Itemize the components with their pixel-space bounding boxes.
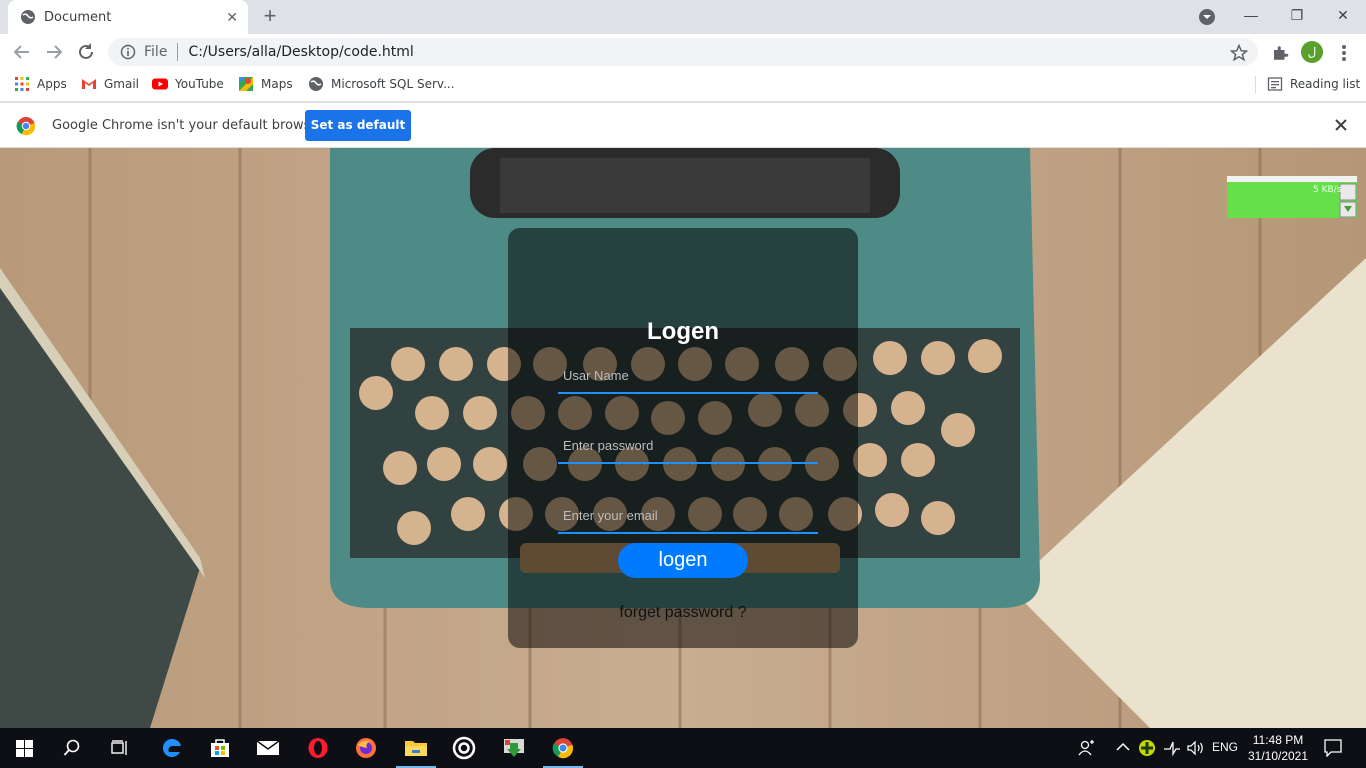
set-as-default-button[interactable]: Set as default <box>305 110 411 141</box>
maps-icon <box>239 77 253 91</box>
login-form: Logen Usar Name Enter password Enter you… <box>508 228 858 648</box>
url-separator <box>177 43 179 61</box>
tab-title: Document <box>44 9 112 25</box>
info-icon[interactable] <box>120 44 136 60</box>
bookmark-youtube[interactable]: YouTube <box>152 70 224 98</box>
show-hidden-icons-chevron-icon[interactable] <box>1116 742 1130 752</box>
taskbar-opera[interactable] <box>294 728 342 768</box>
email-input[interactable]: Enter your email <box>558 502 818 534</box>
chrome-logo-icon <box>16 117 36 136</box>
taskbar-chrome[interactable] <box>539 728 587 768</box>
windows-taskbar: ENG 11:48 PM 31/10/2021 <box>0 728 1366 768</box>
taskbar-clock[interactable]: 11:48 PM 31/10/2021 <box>1244 732 1312 764</box>
profile-avatar[interactable]: ل <box>1301 41 1323 63</box>
network-speed-meter: 5 KB/s <box>1227 176 1357 218</box>
clock-date: 31/10/2021 <box>1247 749 1309 763</box>
opera-icon <box>308 738 328 758</box>
network-icon[interactable] <box>1162 739 1182 757</box>
tab-strip: Document ✕ + — ❐ ✕ <box>0 0 1366 34</box>
restore-button[interactable]: ❐ <box>1274 0 1320 30</box>
task-view-icon <box>111 740 127 755</box>
chrome-icon <box>552 738 574 759</box>
start-button[interactable] <box>0 728 48 768</box>
bookmark-label: Gmail <box>104 77 140 91</box>
globe-icon <box>21 10 35 24</box>
extensions-icon[interactable] <box>1271 44 1289 62</box>
taskbar-file-explorer[interactable] <box>392 728 440 768</box>
forward-icon[interactable] <box>42 40 66 64</box>
password-placeholder: Enter password <box>563 438 654 453</box>
reading-list-label: Reading list <box>1290 77 1361 91</box>
tab-search-icon[interactable] <box>1197 7 1217 27</box>
firefox-icon <box>356 738 376 758</box>
tab-close-icon[interactable]: ✕ <box>226 9 238 26</box>
infobar-close-icon[interactable] <box>1334 118 1348 132</box>
mail-icon <box>256 740 280 755</box>
login-title: Logen <box>647 318 719 345</box>
bookmarks-bar: Apps Gmail YouTube Maps Microsoft SQL Se… <box>0 70 1366 102</box>
tray-app-icon[interactable] <box>1138 739 1156 757</box>
taskbar-app-ring[interactable] <box>440 728 488 768</box>
minimize-button[interactable]: — <box>1228 0 1274 30</box>
input-language[interactable]: ENG <box>1212 740 1238 754</box>
bookmark-label: YouTube <box>175 77 224 91</box>
bookmark-apps[interactable]: Apps <box>14 70 67 98</box>
taskbar-firefox[interactable] <box>342 728 390 768</box>
store-icon <box>211 739 229 757</box>
bookmark-maps[interactable]: Maps <box>238 70 293 98</box>
taskbar-app-download[interactable] <box>490 728 538 768</box>
clock-time: 11:48 PM <box>1252 733 1304 747</box>
edge-icon <box>162 738 181 757</box>
ring-app-icon <box>452 736 476 760</box>
reading-list-button[interactable]: Reading list <box>1267 70 1360 98</box>
page-content: Logen Usar Name Enter password Enter you… <box>0 148 1366 728</box>
gmail-icon <box>82 79 96 89</box>
bookmark-sql-server[interactable]: Microsoft SQL Serv... <box>308 70 455 98</box>
reading-list-icon <box>1267 77 1283 91</box>
taskbar-store[interactable] <box>196 728 244 768</box>
back-icon[interactable] <box>10 40 34 64</box>
forget-password-link[interactable]: forget password ? <box>508 604 858 622</box>
infobar-message: Google Chrome isn't your default browser <box>52 118 324 133</box>
bookmarks-divider <box>1255 76 1256 94</box>
search-icon <box>63 739 80 756</box>
email-placeholder: Enter your email <box>563 508 658 523</box>
password-input[interactable]: Enter password <box>558 432 818 464</box>
notifications-icon[interactable] <box>1324 739 1342 757</box>
login-button[interactable]: logen <box>618 543 748 578</box>
folder-icon <box>405 741 427 756</box>
tab-document[interactable]: Document ✕ <box>8 0 248 34</box>
windows-logo-icon <box>15 739 33 757</box>
username-placeholder: Usar Name <box>563 368 629 383</box>
url-text[interactable]: C:/Users/alla/Desktop/code.html <box>188 44 413 60</box>
username-input[interactable]: Usar Name <box>558 362 818 394</box>
people-icon[interactable] <box>1078 739 1096 757</box>
download-manager-icon <box>504 739 524 757</box>
toolbar: File C:/Users/alla/Desktop/code.html <box>0 34 1366 70</box>
address-bar[interactable]: File C:/Users/alla/Desktop/code.html <box>108 38 1258 66</box>
more-menu-icon[interactable] <box>1336 43 1352 63</box>
apps-grid-icon <box>15 77 29 91</box>
bookmark-star-icon[interactable] <box>1230 44 1248 62</box>
task-view-button[interactable] <box>96 728 144 768</box>
globe-icon <box>309 77 323 91</box>
default-browser-infobar: Google Chrome isn't your default browser… <box>0 103 1366 148</box>
net-meter-rate: 5 KB/s <box>1313 185 1342 195</box>
reload-icon[interactable] <box>74 40 98 64</box>
bookmark-label: Maps <box>261 77 293 91</box>
url-scheme: File <box>144 44 168 60</box>
new-tab-button[interactable]: + <box>258 4 282 28</box>
bookmark-label: Apps <box>37 77 67 91</box>
search-button[interactable] <box>48 728 96 768</box>
youtube-icon <box>152 78 168 90</box>
bookmark-gmail[interactable]: Gmail <box>81 70 139 98</box>
bookmark-label: Microsoft SQL Serv... <box>331 77 455 91</box>
volume-icon[interactable] <box>1186 739 1206 757</box>
window-close-button[interactable]: ✕ <box>1320 0 1366 30</box>
taskbar-mail[interactable] <box>244 728 292 768</box>
taskbar-edge[interactable] <box>148 728 196 768</box>
